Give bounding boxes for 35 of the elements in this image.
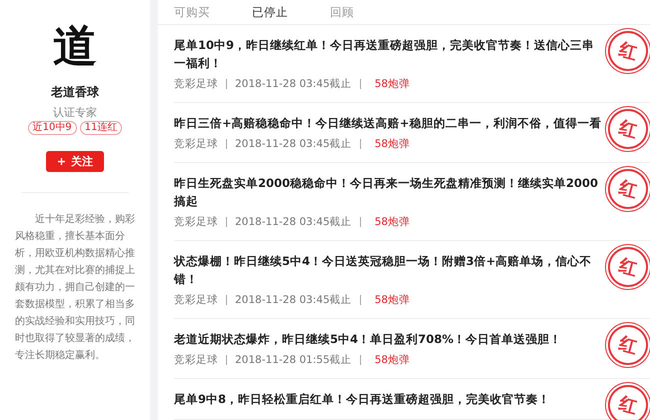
deadline-text: 2018-11-28 03:45截止 — [235, 77, 352, 91]
post-title[interactable]: 老道近期状态爆炸，昨日继续5中4！单日盈利708%！今日首单送强胆！ — [174, 330, 604, 348]
category-label: 竞彩足球 — [174, 353, 218, 367]
win-stamp: 红 — [604, 164, 650, 214]
bio-text: 近十年足彩经验，购彩风格稳重，擅长基本面分析，用欧亚机构数据精心推测，尤其在对比赛的捕捉上颇有功力，拥自己创建的一套数据模型，积累了相当多的实战经验和实用技巧，同时也取得了较显著的成绩，专注长期稳定赢利。 — [15, 212, 135, 363]
win-stamp: 红 — [604, 104, 650, 154]
price-text: 58炮弹 — [374, 215, 410, 229]
expert-name: 老道香球 — [51, 84, 99, 101]
record-badge: 近10中9 — [28, 121, 77, 135]
follow-button[interactable]: + 关注 — [46, 151, 104, 172]
category-label: 竞彩足球 — [174, 215, 218, 229]
deadline-text: 2018-11-28 03:45截止 — [235, 137, 352, 151]
win-stamp: 红 — [604, 26, 650, 76]
category-label: 竞彩足球 — [174, 137, 218, 151]
post-title[interactable]: 尾单10中9，昨日继续红单！今日再送重磅超强胆，完美收官节奏！送信心三串一福利！ — [174, 36, 604, 72]
post-title[interactable]: 状态爆棚！昨日继续5中4！今日送英冠稳胆一场！附赠3倍+高赔单场，信心不错！ — [174, 252, 604, 288]
post-title[interactable]: 尾单9中8，昨日轻松重启红单！今日再送重磅超强胆，完美收官节奏！ — [174, 390, 604, 408]
post-title[interactable]: 昨日三倍+高赔稳稳命中！今日继续送高赔+稳胆的二串一，利润不俗，值得一看 — [174, 114, 604, 132]
tab[interactable]: 已停止 — [252, 4, 288, 20]
record-badge: 11连红 — [80, 121, 122, 135]
deadline-text: 2018-11-28 01:55截止 — [235, 353, 352, 367]
post-title[interactable]: 昨日生死盘实单2000稳稳命中！今日再来一场生死盘精准预测！继续实单2000搞起 — [174, 174, 604, 210]
deadline-text: 2018-11-28 03:45截止 — [235, 215, 352, 229]
price-text: 58炮弹 — [374, 293, 410, 307]
expert-title: 认证专家 — [53, 105, 97, 120]
win-stamp: 红 — [604, 320, 650, 370]
win-stamp: 红 — [604, 380, 650, 420]
deadline-text: 2018-11-28 03:45截止 — [235, 293, 352, 307]
category-label: 竞彩足球 — [174, 77, 218, 91]
price-text: 58炮弹 — [374, 137, 410, 151]
category-label: 竞彩足球 — [174, 293, 218, 307]
avatar-logo: 道 — [52, 20, 98, 72]
price-text: 58炮弹 — [374, 353, 410, 367]
price-text: 58炮弹 — [374, 77, 410, 91]
win-stamp: 红 — [604, 242, 650, 292]
